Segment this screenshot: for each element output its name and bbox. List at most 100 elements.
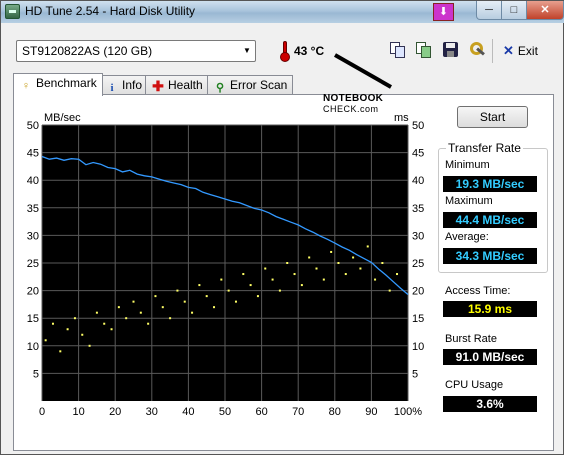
options-icon[interactable] [468,41,486,59]
y2-tick-label: 25 [412,258,424,270]
access-time-point [205,295,208,298]
access-time-point [154,295,157,298]
drive-select[interactable]: ST9120822AS (120 GB) ▼ [16,40,256,62]
access-time-point [322,278,325,281]
access-time-value: 15.9 ms [443,301,537,317]
window-title: HD Tune 2.54 - Hard Disk Utility [25,4,196,18]
minimum-label: Minimum [445,159,490,171]
y2-tick-label: 50 [412,120,424,132]
error-scan-icon: ⚲ [215,82,225,94]
exit-x-icon: ✕ [503,43,514,58]
toolbar-divider [492,39,493,63]
temperature-readout: 43 °C [294,44,325,58]
maximize-button[interactable]: □ [501,1,527,20]
chevron-down-icon[interactable]: ▼ [239,41,255,61]
y-tick-label: 50 [27,120,39,132]
thermometer-icon [280,40,290,62]
y-tick-label: 25 [27,258,39,270]
y-tick-label: 45 [27,148,39,160]
access-time-point [88,344,91,347]
notebookcheck-watermark: NOTEBOOK CHECK.com [321,53,401,114]
pin-down-icon[interactable]: ⬇ [433,3,454,21]
burst-rate-value: 91.0 MB/sec [443,349,537,365]
y2-tick-label: 30 [412,230,424,242]
y2-tick-label: 45 [412,148,424,160]
access-time-point [169,317,172,320]
drive-select-value: ST9120822AS (120 GB) [22,44,153,58]
y-axis-label: MB/sec [44,112,81,124]
title-bar[interactable]: HD Tune 2.54 - Hard Disk Utility ⬇ ─ □ ✕ [1,1,564,23]
y-tick-label: 40 [27,175,39,187]
access-time-point [374,278,377,281]
access-time-point [213,306,216,309]
access-time-point [234,300,237,303]
tab-info[interactable]: i Info [99,75,149,95]
save-icon[interactable] [442,41,460,59]
access-time-point [176,289,179,292]
app-window: HD Tune 2.54 - Hard Disk Utility ⬇ ─ □ ✕… [0,0,564,455]
watermark-stroke [334,53,392,89]
maximum-value: 44.4 MB/sec [443,212,537,228]
y2-axis-label: ms [394,112,409,124]
access-time-point [352,256,355,259]
minimize-button[interactable]: ─ [476,1,502,20]
copy-screenshot-icon[interactable] [415,41,433,59]
access-time-point [81,333,84,336]
access-time-point [337,262,340,264]
minimum-value: 19.3 MB/sec [443,176,537,192]
tab-error-scan[interactable]: ⚲ Error Scan [207,75,294,95]
access-time-point [220,278,223,281]
access-time-point [139,311,142,314]
access-time-point [183,300,186,303]
exit-button[interactable]: ✕ Exit [503,43,538,59]
access-time-point [198,284,201,287]
watermark-line1: NOTEBOOK [323,93,384,104]
x-tick-label: 100% [394,406,422,418]
y2-tick-label: 5 [412,368,418,380]
tab-label: Info [122,78,143,92]
average-label: Average: [445,231,489,243]
access-time-point [300,284,303,287]
tab-health[interactable]: ✚ Health [145,75,209,95]
x-tick-label: 70 [292,406,304,418]
access-time-point [366,245,369,248]
y2-tick-label: 20 [412,286,424,298]
start-button[interactable]: Start [457,106,528,128]
access-time-point [388,289,391,292]
y2-tick-label: 40 [412,175,424,187]
access-time-point [59,350,62,353]
y2-tick-label: 15 [412,313,424,325]
x-tick-label: 90 [365,406,377,418]
access-time-point [308,256,311,259]
cpu-usage-label: CPU Usage [445,379,504,391]
access-time-point [278,289,281,292]
cpu-usage-value: 3.6% [443,396,537,412]
access-time-point [344,273,347,276]
exit-label: Exit [517,44,538,58]
y-tick-label: 20 [27,286,39,298]
access-time-point [51,322,54,325]
access-time-point [44,339,47,342]
access-time-point [132,300,135,303]
access-time-point [359,267,362,270]
access-time-point [161,306,164,309]
access-time-point [293,273,296,276]
y2-tick-label: 10 [412,341,424,353]
close-button[interactable]: ✕ [526,1,564,20]
x-tick-label: 40 [182,406,194,418]
toolbar: ST9120822AS (120 GB) ▼ 43 °C ✕ Exit [1,23,564,71]
access-time-point [264,267,267,270]
x-tick-label: 60 [255,406,267,418]
access-time-point [381,262,384,264]
access-time-point [330,250,333,253]
y-tick-label: 15 [27,313,39,325]
burst-rate-label: Burst Rate [445,333,497,345]
tab-benchmark[interactable]: ♀ Benchmark [13,73,103,96]
access-time-point [191,311,194,314]
x-tick-label: 80 [329,406,341,418]
x-tick-label: 30 [146,406,158,418]
access-time-point [249,284,252,287]
access-time-label: Access Time: [445,285,511,297]
y2-tick-label: 35 [412,203,424,215]
x-tick-label: 50 [219,406,231,418]
